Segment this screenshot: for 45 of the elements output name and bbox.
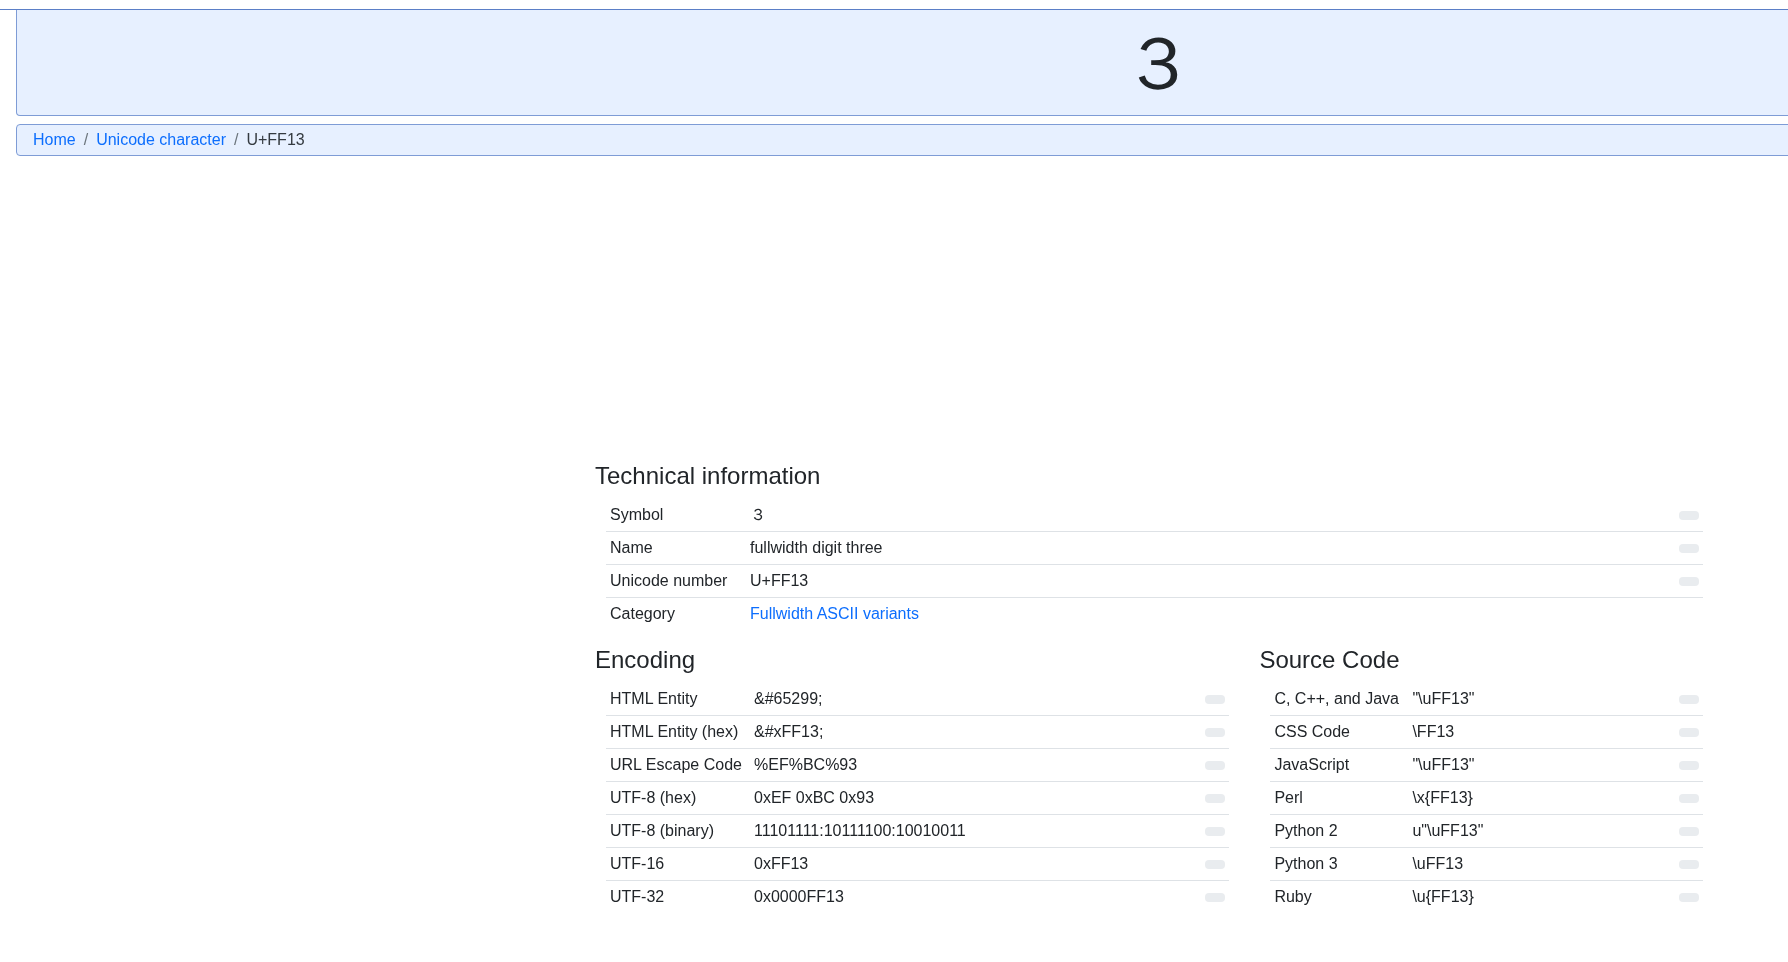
breadcrumb-current: U+FF13 xyxy=(246,131,305,149)
row-label: Unicode number xyxy=(606,564,746,598)
row-value: 0xEF 0xBC 0x93 xyxy=(754,788,875,806)
row-value: ３ xyxy=(750,505,766,523)
row-value: 0xFF13 xyxy=(754,854,809,872)
row-label: Symbol xyxy=(606,498,746,532)
row-value: 11101111:10111100:10010011 xyxy=(754,821,966,839)
breadcrumb-link[interactable]: Home xyxy=(33,131,76,149)
row-label: UTF-16 xyxy=(606,847,750,881)
row-label: Category xyxy=(606,597,746,630)
breadcrumb-separator: / xyxy=(83,131,89,149)
row-value: \u{FF13} xyxy=(1412,887,1474,905)
character-glyph: ３ xyxy=(1121,25,1195,100)
row-label: Perl xyxy=(1270,781,1409,815)
row-value: \uFF13 xyxy=(1412,854,1464,872)
breadcrumb-separator: / xyxy=(234,131,239,149)
row-label: Ruby xyxy=(1270,880,1409,913)
row-label: HTML Entity (hex) xyxy=(606,715,750,749)
row-value: "\uFF13" xyxy=(1412,755,1475,773)
row-value: \FF13 xyxy=(1412,722,1455,740)
section-heading: Technical information xyxy=(595,462,822,491)
row-label: Python 3 xyxy=(1270,847,1409,881)
row-label: JavaScript xyxy=(1270,748,1409,782)
row-label: UTF-32 xyxy=(606,880,750,913)
row-label: Python 2 xyxy=(1270,814,1409,848)
category-link[interactable]: Fullwidth ASCII variants xyxy=(750,604,919,622)
row-label: Name xyxy=(606,531,746,565)
row-value: "\uFF13" xyxy=(1412,689,1475,707)
section-heading: Encoding xyxy=(595,645,697,675)
row-value: 0x0000FF13 xyxy=(754,887,844,905)
row-value: u"\uFF13" xyxy=(1412,821,1484,839)
row-value: \x{FF13} xyxy=(1412,788,1473,806)
row-value: U+FF13 xyxy=(750,571,809,589)
breadcrumb-link[interactable]: Unicode character xyxy=(96,131,226,149)
row-label: URL Escape Code xyxy=(606,748,750,782)
row-value: &#65299; xyxy=(754,689,823,707)
row-label: UTF-8 (hex) xyxy=(606,781,750,815)
row-label: HTML Entity xyxy=(606,682,750,716)
section-heading: Source Code xyxy=(1259,645,1401,675)
row-value: %EF%BC%93 xyxy=(754,755,858,773)
row-label: CSS Code xyxy=(1270,715,1409,749)
row-label: UTF-8 (binary) xyxy=(606,814,750,848)
row-value: &#xFF13; xyxy=(754,722,824,740)
row-value: fullwidth digit three xyxy=(750,538,883,556)
row-label: C, C++, and Java xyxy=(1270,682,1409,716)
